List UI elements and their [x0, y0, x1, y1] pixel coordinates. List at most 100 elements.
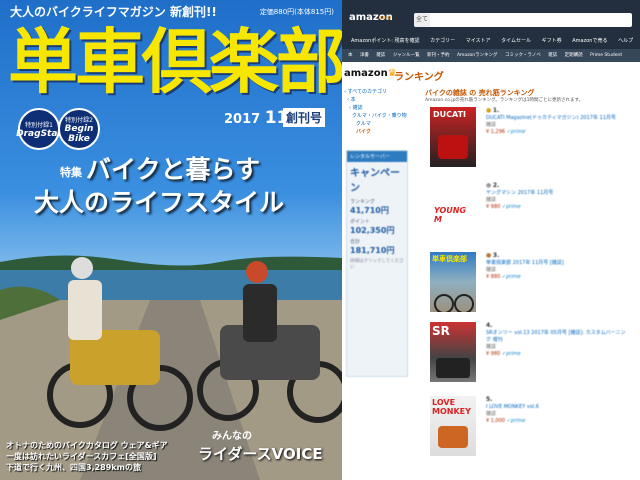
product-type: 雑誌 [486, 197, 497, 203]
product-title[interactable]: SRオンリー vol.13 2017年 05月号 [雑誌]: カスタムバーニング… [486, 330, 630, 344]
subnav-magazine[interactable]: 雑誌 [376, 53, 385, 58]
product-meta: ● 1. DUCATI Magazine(ドゥカティマガジン) 2017年 11… [486, 107, 630, 136]
rank-number: 3. [492, 252, 500, 259]
nav-help[interactable]: ヘルプ [618, 38, 633, 44]
category-description: Amazon.co.jpの売れ筋ランキング。ランキングは1時間ごとに更新されます… [425, 98, 584, 103]
ad-card[interactable]: レンタルサーバー キャンペーン ランキング 41,710円 ポイント 102,3… [346, 150, 408, 377]
product-meta: 4. SRオンリー vol.13 2017年 05月号 [雑誌]: カスタムバー… [486, 322, 630, 358]
ranking-item[interactable]: 単車倶楽部 ● 3. 単車倶楽部 2017年 11月号 [雑誌] 雑誌 ¥ 88… [430, 252, 630, 324]
subnav-genres[interactable]: ジャンル一覧 [393, 53, 420, 58]
supplement-badge-2: 特別付録2 Begin Bike [58, 108, 100, 150]
sidebar-vehicles[interactable]: クルマ・バイク・乗り物 [344, 112, 422, 120]
nav-mystore[interactable]: マイストア [466, 38, 491, 44]
footer-line-1: オトナのためのバイクカタログ ウェア&ギア [6, 441, 168, 450]
sidebar-cars[interactable]: クルマ [344, 120, 422, 128]
nav-row: Amazonポイント: 残高を確認 カテゴリー マイストア タイムセール ギフト… [342, 37, 640, 44]
voice-title: ライダースVOICE [198, 445, 323, 463]
product-thumbnail[interactable]: SR [430, 322, 476, 382]
sidebar-all-categories[interactable]: ‹ すべてのカテゴリ [344, 88, 422, 96]
product-meta: ● 3. 単車倶楽部 2017年 11月号 [雑誌] 雑誌 ¥ 880 ✓pri… [486, 252, 630, 281]
cover-title: 単車倶楽部 [8, 21, 342, 103]
ranking-logo-text: amazon [344, 68, 388, 79]
product-type: 雑誌 [486, 344, 497, 350]
rank-number: 1. [492, 107, 500, 114]
issue-date: 2017 11 [224, 108, 288, 128]
amazon-logo-suffix: .co.jp [378, 15, 392, 21]
sidebar-bikes[interactable]: バイク [344, 128, 422, 136]
nav-timesale[interactable]: タイムセール [501, 38, 531, 44]
amazon-ranking-page: amazon .co.jp 全て Amazonポイント: 残高を確認 カテゴリー… [342, 0, 640, 480]
subnav-subscription[interactable]: 定期購読 [565, 53, 583, 58]
badge-1-big: DragStar [16, 128, 62, 139]
thumb-title: SR [432, 324, 450, 338]
subnav-prime-student[interactable]: Prime Student [590, 53, 622, 58]
cover-tagline: 大人のバイクライフマガジン 新創刊!! [10, 5, 217, 19]
ad-card-value: 102,350円 [350, 226, 395, 235]
ad-card-label: ランキング [350, 199, 375, 205]
ad-card-label: ポイント [350, 219, 371, 225]
medal-icon: ● [486, 107, 492, 114]
subnav-foreign[interactable]: 洋書 [360, 53, 369, 58]
amazon-navbar: amazon .co.jp 全て Amazonポイント: 残高を確認 カテゴリー… [342, 0, 640, 62]
sidebar-books[interactable]: ‹ 本 [344, 96, 422, 104]
voice-top: みんなの [212, 431, 252, 442]
product-type: 雑誌 [486, 411, 497, 417]
rank-number: 4. [486, 322, 493, 329]
product-thumbnail[interactable]: 単車倶楽部 [430, 252, 476, 312]
product-price: ¥ 1,296 [486, 129, 506, 135]
product-title[interactable]: ヤングマシン 2017年 11月号 [486, 190, 630, 197]
footer-line-3: 下道で行く九州、四国3,289kmの旅 [6, 463, 141, 472]
ad-card-value: 181,710円 [350, 246, 395, 255]
product-price: ¥ 980 [486, 204, 501, 210]
footer-line-2: 一度は訪れたいライダースカフェ[全国版] [6, 452, 157, 461]
ranking-item[interactable]: YOUNG M ● 2. ヤングマシン 2017年 11月号 雑誌 ¥ 980 … [430, 182, 630, 254]
prime-badge: ✓prime [501, 351, 521, 357]
sub-navbar: 本 洋書 雑誌 ジャンル一覧 新刊・予約 Amazonランキング コミック・ラノ… [342, 49, 640, 62]
nav-sell[interactable]: Amazonで売る [572, 38, 607, 44]
subnav-magazine-2[interactable]: 雑誌 [548, 53, 557, 58]
ranking-item[interactable]: LOVE MONKEY 5. I LOVE MONKEY vol.6 雑誌 ¥ … [430, 396, 630, 468]
subnav-ranking[interactable]: Amazonランキング [457, 53, 498, 58]
supplement-badge-1: 特別付録1 DragStar [16, 108, 62, 150]
product-meta: 5. I LOVE MONKEY vol.6 雑誌 ¥ 1,000 ✓prime [486, 396, 630, 425]
thumb-title: 単車倶楽部 [432, 255, 467, 263]
ad-card-headline: キャンペーン [350, 168, 400, 194]
subnav-new[interactable]: 新刊・予約 [427, 53, 450, 58]
prime-badge: ✓prime [506, 418, 526, 424]
ad-card-value: 41,710円 [350, 206, 389, 215]
cover-price: 定価880円(本体815円) [259, 8, 334, 16]
product-thumbnail[interactable]: DUCATI [430, 107, 476, 167]
badge-2-big: Begin Bike [64, 123, 94, 144]
product-type: 雑誌 [486, 267, 497, 273]
rank-number: 5. [486, 396, 493, 403]
ranking-item[interactable]: SR 4. SRオンリー vol.13 2017年 05月号 [雑誌]: カスタ… [430, 322, 630, 394]
prime-badge: ✓prime [501, 274, 521, 280]
sidebar-magazines[interactable]: ‹ 雑誌 [344, 104, 422, 112]
nav-giftcard[interactable]: ギフト券 [542, 38, 562, 44]
feature-tag: 特集 [60, 166, 82, 179]
subnav-comics[interactable]: コミック・ラノベ [505, 53, 541, 58]
badge-2-small: 特別付録2 [65, 116, 93, 124]
search-category-select[interactable]: 全て [414, 13, 430, 27]
product-meta: ● 2. ヤングマシン 2017年 11月号 雑誌 ¥ 980 ✓prime [486, 182, 630, 211]
ranking-logo: amazon♛ [344, 68, 397, 79]
product-thumbnail[interactable]: YOUNG M [430, 182, 476, 242]
subnav-books[interactable]: 本 [348, 53, 353, 58]
medal-icon: ● [486, 182, 492, 189]
ad-card-note: 詳細はクリックしてください [350, 259, 404, 270]
product-title[interactable]: 単車倶楽部 2017年 11月号 [雑誌] [486, 260, 630, 267]
ranking-item[interactable]: DUCATI ● 1. DUCATI Magazine(ドゥカティマガジン) 2… [430, 107, 630, 179]
headline-2: 大人のライフスタイル [34, 188, 285, 217]
product-thumbnail[interactable]: LOVE MONKEY [430, 396, 476, 456]
nav-category[interactable]: カテゴリー [430, 38, 455, 44]
ad-card-header: レンタルサーバー [347, 151, 407, 162]
magazine-cover: 大人のバイクライフマガジン 新創刊!! 定価880円(本体815円) 単車倶楽部… [0, 0, 342, 480]
thumb-title: LOVE MONKEY [432, 398, 471, 416]
rank-number: 2. [492, 182, 500, 189]
prime-badge: ✓prime [501, 204, 521, 210]
search-bar[interactable]: 全て [414, 13, 632, 27]
nav-points[interactable]: Amazonポイント: 残高を確認 [351, 38, 419, 44]
ad-card-label: 合計 [350, 239, 361, 245]
product-title[interactable]: I LOVE MONKEY vol.6 [486, 404, 630, 411]
product-title[interactable]: DUCATI Magazine(ドゥカティマガジン) 2017年 11月号 [486, 115, 630, 122]
